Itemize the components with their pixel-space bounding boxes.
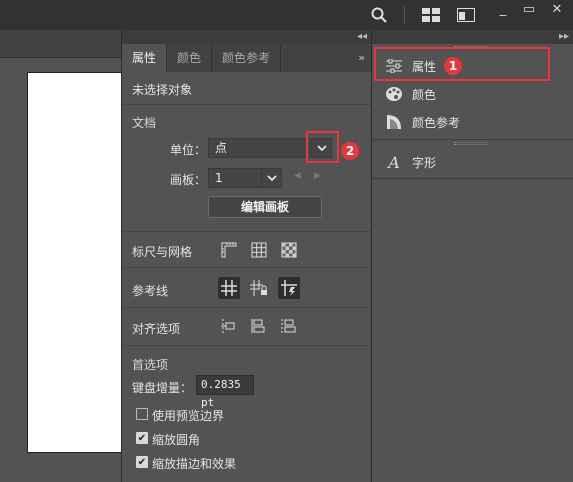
divider — [122, 267, 371, 268]
scale-strokes-checkbox[interactable]: ✔ — [136, 456, 148, 468]
close-button[interactable]: ✕ — [544, 0, 570, 18]
edit-artboard-button[interactable]: 编辑画板 — [208, 196, 322, 218]
artboard-select[interactable]: 1 — [208, 168, 282, 188]
dock-collapse-bar[interactable]: ▸▸ — [372, 30, 573, 44]
lock-guides-icon[interactable] — [248, 277, 270, 299]
dock-item-color[interactable]: 颜色 — [372, 80, 573, 108]
panel-tabbar: 属性 颜色 颜色参考 » — [122, 44, 371, 72]
annotation-box-properties — [374, 47, 550, 81]
artboard-value: 1 — [215, 171, 223, 185]
expand-arrows-icon[interactable]: ▸▸ — [559, 30, 569, 44]
tab-properties[interactable]: 属性 — [122, 44, 168, 72]
dock-item-glyphs[interactable]: A 字形 — [372, 148, 573, 176]
scale-corners-checkbox[interactable]: ✔ — [136, 432, 148, 444]
next-artboard-icon[interactable]: ▶ — [314, 171, 321, 181]
app-bar: _ ▭ ✕ — [0, 0, 573, 30]
unit-label: 单位： — [170, 143, 207, 157]
divider — [372, 178, 573, 179]
rulers-grids-heading: 标尺与网格 — [132, 245, 193, 259]
previous-artboard-icon[interactable]: ◀ — [294, 171, 301, 181]
guides-icon[interactable] — [218, 277, 240, 299]
guides-heading: 参考线 — [132, 284, 169, 298]
panel-dock: ▸▸ 属性 颜色 颜色参考 A 字形 — [372, 30, 573, 482]
align-options-heading: 对齐选项 — [132, 322, 181, 336]
use-preview-bounds-checkbox[interactable] — [136, 408, 148, 420]
dock-item-label: 字形 — [412, 155, 437, 170]
color-guide-icon — [384, 113, 404, 131]
dock-item-label: 颜色参考 — [412, 115, 461, 130]
search-icon[interactable] — [369, 5, 389, 25]
scale-corners-label: 缩放圆角 — [152, 433, 201, 447]
align-key-object-icon[interactable] — [278, 315, 300, 337]
document-tab-strip — [0, 30, 121, 58]
keyboard-increment-input[interactable]: 0.2835 pt — [196, 375, 254, 409]
use-preview-bounds-label: 使用预览边界 — [152, 409, 225, 423]
tab-color-guide[interactable]: 颜色参考 — [212, 44, 282, 72]
scale-strokes-label: 缩放描边和效果 — [152, 457, 237, 471]
chevron-down-icon[interactable] — [261, 169, 281, 187]
preferences-heading: 首选项 — [132, 358, 169, 372]
annotation-marker-2: 2 — [341, 142, 359, 160]
unit-value: 点 — [215, 141, 228, 155]
align-to-artboard-icon[interactable] — [248, 315, 270, 337]
panel-layout-icon[interactable] — [455, 5, 477, 25]
ruler-icon[interactable] — [218, 239, 240, 261]
artboard[interactable] — [27, 72, 121, 453]
document-heading: 文档 — [132, 116, 157, 130]
keyboard-increment-label: 键盘增量： — [132, 381, 193, 395]
panel-grip[interactable] — [454, 142, 488, 145]
workspace-icon[interactable] — [420, 5, 442, 25]
divider — [372, 139, 573, 140]
panel-collapse-bar[interactable]: ◂◂ — [122, 30, 371, 44]
divider — [122, 231, 371, 232]
tab-color[interactable]: 颜色 — [167, 44, 213, 72]
transparency-grid-icon[interactable] — [278, 239, 300, 261]
dock-item-color-guide[interactable]: 颜色参考 — [372, 108, 573, 136]
artboard-label: 画板： — [170, 173, 207, 187]
properties-panel: ◂◂ 属性 颜色 颜色参考 » 未选择对象 文档 单位： 点 画板： 1 ◀ ▶… — [121, 30, 372, 482]
divider — [122, 307, 371, 308]
divider — [122, 104, 371, 105]
no-selection-label: 未选择对象 — [132, 83, 193, 97]
smart-guides-icon[interactable] — [278, 277, 300, 299]
panel-menu-button[interactable]: » — [358, 44, 365, 72]
glyphs-icon: A — [388, 152, 400, 172]
align-to-pixel-icon[interactable] — [218, 315, 240, 337]
minimize-button[interactable]: _ — [490, 0, 516, 18]
toolbar-divider — [404, 6, 405, 24]
dock-item-label: 颜色 — [412, 87, 437, 102]
color-palette-icon — [384, 85, 404, 103]
divider — [122, 345, 371, 346]
restore-button[interactable]: ▭ — [516, 0, 542, 18]
annotation-box-unit-dropdown — [306, 131, 339, 163]
grid-icon[interactable] — [248, 239, 270, 261]
annotation-marker-1: 1 — [444, 57, 462, 75]
collapse-arrows-icon[interactable]: ◂◂ — [357, 30, 367, 44]
